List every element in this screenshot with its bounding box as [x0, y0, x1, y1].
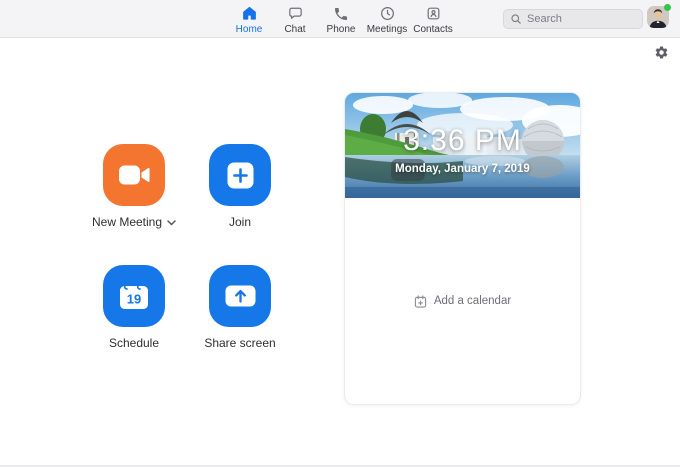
- video-camera-icon: [118, 163, 151, 187]
- add-calendar-button[interactable]: Add a calendar: [414, 295, 511, 308]
- new-meeting-button[interactable]: [103, 144, 165, 206]
- chevron-down-icon[interactable]: [167, 220, 176, 226]
- arrow-up-icon: [225, 285, 256, 307]
- action-join: Join: [178, 144, 302, 229]
- action-share-screen: Share screen: [178, 265, 302, 350]
- tab-phone-label: Phone: [327, 24, 356, 35]
- tab-meetings[interactable]: Meetings: [364, 3, 410, 36]
- svg-text:19: 19: [127, 292, 141, 307]
- calendar-card-body: Add a calendar: [345, 198, 580, 404]
- join-button[interactable]: [209, 144, 271, 206]
- online-status-dot: [664, 4, 671, 11]
- search-box[interactable]: [503, 9, 643, 29]
- tab-chat[interactable]: Chat: [272, 3, 318, 36]
- calendar-plus-icon: [414, 295, 427, 308]
- clock-icon: [379, 5, 396, 22]
- home-icon: [241, 5, 258, 22]
- schedule-label: Schedule: [109, 336, 159, 350]
- tab-meetings-label: Meetings: [367, 24, 408, 35]
- calendar-card: 3:36 PM Monday, January 7, 2019 Add a ca…: [344, 92, 581, 405]
- tab-home-label: Home: [236, 24, 263, 35]
- phone-icon: [333, 5, 349, 22]
- schedule-button[interactable]: 19: [103, 265, 165, 327]
- time-background-image: 3:36 PM Monday, January 7, 2019: [345, 93, 580, 198]
- join-label: Join: [229, 215, 251, 229]
- search-icon: [510, 13, 522, 25]
- tab-home[interactable]: Home: [226, 3, 272, 36]
- plus-icon: [227, 162, 254, 189]
- add-calendar-label: Add a calendar: [434, 295, 511, 307]
- zoom-home-window: Home Chat Phone Meetings: [0, 0, 680, 467]
- tab-phone[interactable]: Phone: [318, 3, 364, 36]
- contact-card-icon: [425, 5, 442, 22]
- tab-chat-label: Chat: [284, 24, 305, 35]
- user-avatar[interactable]: [647, 6, 669, 28]
- share-screen-label: Share screen: [204, 336, 275, 350]
- calendar-icon: 19: [118, 281, 150, 311]
- top-navigation-bar: Home Chat Phone Meetings: [0, 0, 680, 38]
- search-input[interactable]: [527, 13, 637, 25]
- tab-contacts-label: Contacts: [413, 24, 452, 35]
- chat-bubble-icon: [287, 5, 304, 22]
- main-nav-tabs: Home Chat Phone Meetings: [226, 3, 456, 36]
- tab-contacts[interactable]: Contacts: [410, 3, 456, 36]
- share-screen-button[interactable]: [209, 265, 271, 327]
- new-meeting-label: New Meeting: [92, 215, 162, 229]
- settings-gear-icon[interactable]: [654, 45, 669, 60]
